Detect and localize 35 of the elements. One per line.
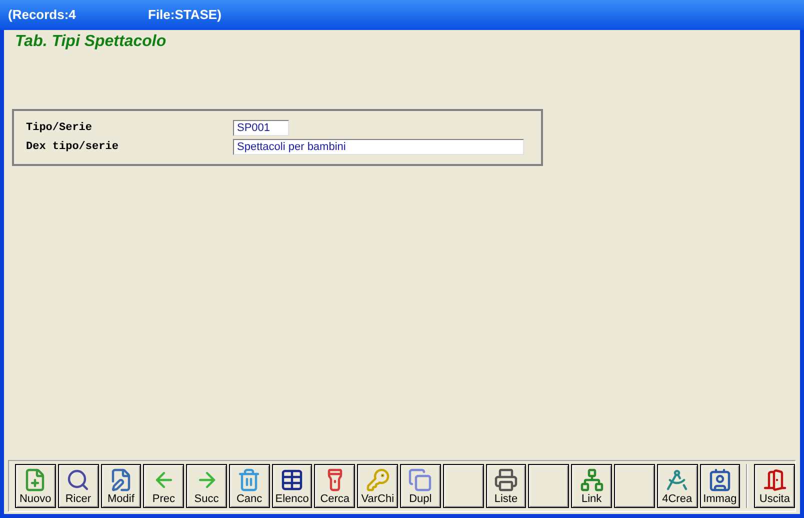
toolbar-button[interactable]: Link — [571, 464, 612, 508]
toolbar-button[interactable]: Succ — [186, 464, 227, 508]
table-icon — [280, 468, 304, 492]
keys-icon — [366, 468, 390, 492]
tree-icon — [580, 468, 604, 492]
drafting-icon — [665, 468, 690, 492]
toolbar-button[interactable]: Modif — [100, 464, 142, 508]
text-field[interactable]: Spettacoli per bambini — [233, 139, 524, 156]
copy-icon — [408, 468, 432, 492]
empty-button[interactable] — [614, 464, 655, 508]
toolbar-button[interactable]: Canc — [228, 464, 270, 508]
toolbar-button[interactable]: Prec — [143, 464, 184, 508]
toolbar-button[interactable]: Ricer — [58, 464, 99, 508]
toolbar-button[interactable]: Nuovo — [15, 464, 56, 508]
toolbar-button[interactable]: 4Crea — [656, 464, 698, 508]
field-label: Dex tipo/serie — [26, 140, 120, 155]
toolbar-button[interactable]: Dupl — [400, 464, 441, 508]
page-heading: Tab. Tipi Spettacolo — [14, 32, 168, 52]
field-label: Tipo/Serie — [26, 120, 94, 136]
toolbar-button[interactable]: Immag — [700, 464, 740, 508]
empty-button[interactable] — [442, 464, 484, 508]
magnifier-icon — [66, 468, 90, 492]
toolbar-button[interactable]: Liste — [486, 464, 526, 508]
toolbar-button[interactable]: VarChi — [357, 464, 398, 508]
empty-button[interactable] — [528, 464, 570, 508]
toolbar-button[interactable]: Uscita — [754, 464, 796, 508]
toolbar-button[interactable]: Cerca — [314, 464, 356, 508]
toolbar-button[interactable]: Elenco — [272, 464, 312, 508]
id-card-icon — [708, 468, 732, 492]
records-count: (Records:4 — [8, 6, 77, 24]
text-field[interactable]: SP001 — [233, 120, 289, 136]
trash-icon — [237, 468, 262, 492]
printer-icon — [494, 468, 518, 492]
file-name: File:STASE) — [148, 6, 222, 24]
door-icon — [762, 468, 787, 492]
